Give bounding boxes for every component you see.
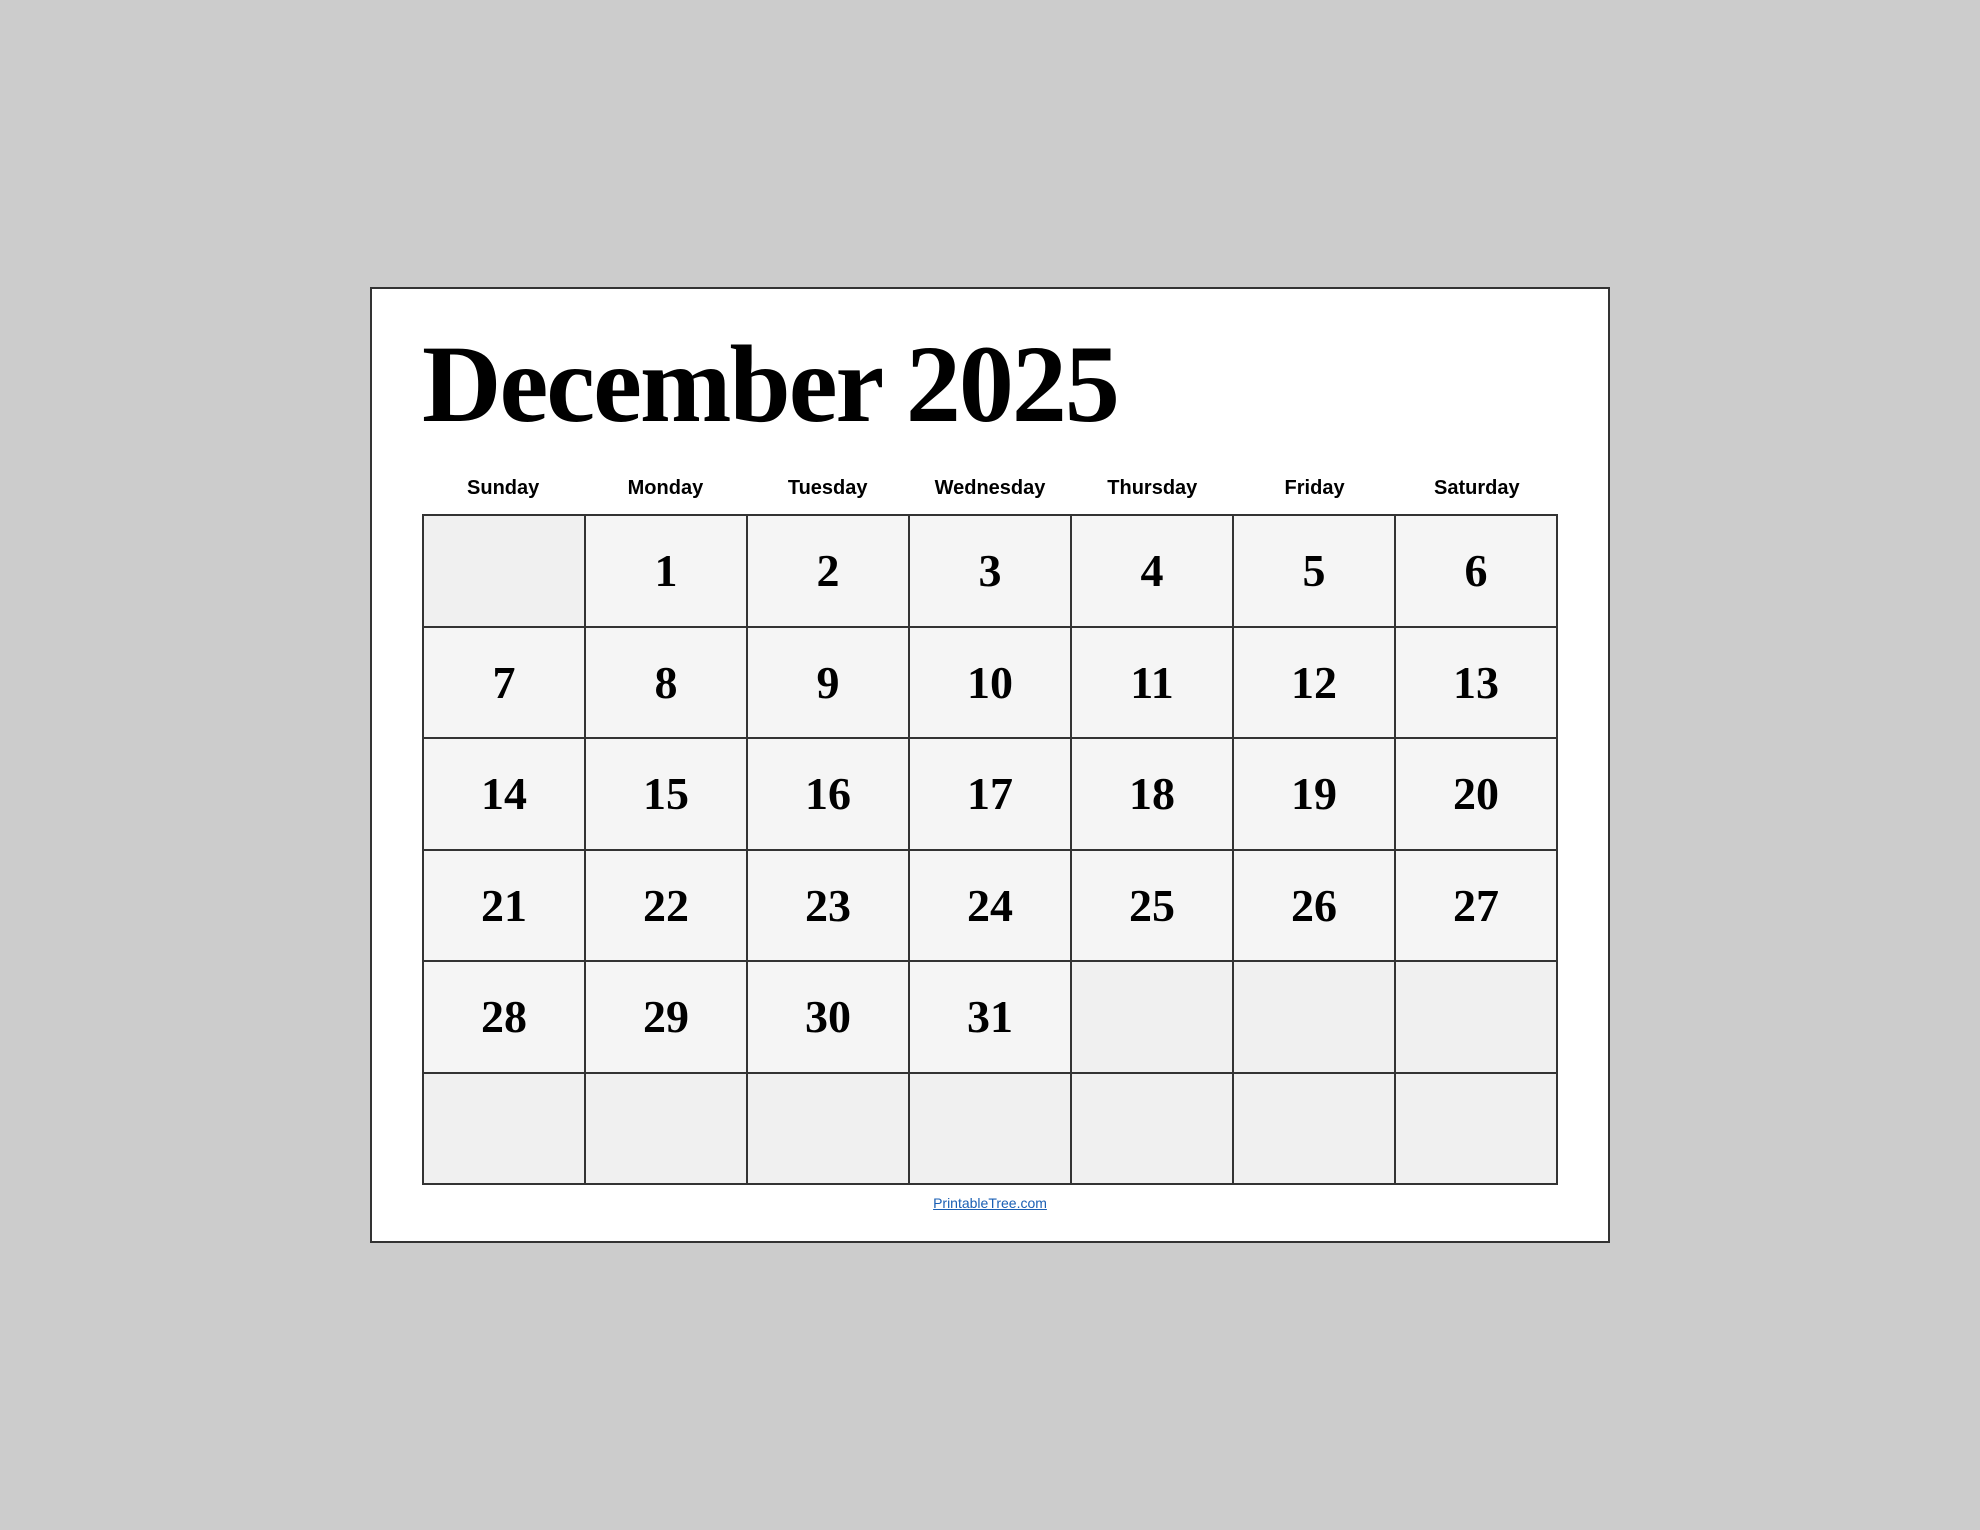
calendar-cell [748, 1074, 910, 1186]
calendar-cell [1396, 1074, 1558, 1186]
calendar-cell: 28 [424, 962, 586, 1074]
calendar-cell: 9 [748, 628, 910, 740]
month-title: December 2025 [422, 329, 1558, 439]
calendar-cell: 5 [1234, 516, 1396, 628]
calendar-cell: 19 [1234, 739, 1396, 851]
calendar-cell: 14 [424, 739, 586, 851]
day-header-saturday: Saturday [1396, 469, 1558, 508]
calendar-cell: 6 [1396, 516, 1558, 628]
day-header-tuesday: Tuesday [747, 469, 909, 508]
calendar-cell: 3 [910, 516, 1072, 628]
day-header-sunday: Sunday [422, 469, 584, 508]
day-header-thursday: Thursday [1071, 469, 1233, 508]
calendar-cell: 29 [586, 962, 748, 1074]
calendar-cell: 11 [1072, 628, 1234, 740]
calendar-cell: 7 [424, 628, 586, 740]
calendar-cell: 26 [1234, 851, 1396, 963]
calendar-cell: 4 [1072, 516, 1234, 628]
day-headers: SundayMondayTuesdayWednesdayThursdayFrid… [422, 469, 1558, 508]
calendar-cell: 22 [586, 851, 748, 963]
calendar-cell: 13 [1396, 628, 1558, 740]
calendar-cell: 18 [1072, 739, 1234, 851]
calendar-cell: 8 [586, 628, 748, 740]
calendar-page: December 2025 SundayMondayTuesdayWednesd… [370, 287, 1610, 1243]
calendar-cell: 10 [910, 628, 1072, 740]
calendar-cell: 2 [748, 516, 910, 628]
footer: PrintableTree.com [422, 1185, 1558, 1211]
calendar-cell [1234, 1074, 1396, 1186]
day-header-friday: Friday [1233, 469, 1395, 508]
calendar-cell: 24 [910, 851, 1072, 963]
calendar-grid: 1234567891011121314151617181920212223242… [422, 514, 1558, 1185]
calendar-cell: 23 [748, 851, 910, 963]
day-header-wednesday: Wednesday [909, 469, 1071, 508]
day-header-monday: Monday [584, 469, 746, 508]
calendar-cell: 1 [586, 516, 748, 628]
calendar-cell: 31 [910, 962, 1072, 1074]
calendar-cell [910, 1074, 1072, 1186]
calendar-cell [424, 516, 586, 628]
calendar-cell [1234, 962, 1396, 1074]
calendar-cell: 12 [1234, 628, 1396, 740]
calendar-cell [1396, 962, 1558, 1074]
calendar-cell: 16 [748, 739, 910, 851]
footer-link[interactable]: PrintableTree.com [933, 1195, 1047, 1211]
calendar-cell: 27 [1396, 851, 1558, 963]
calendar-cell [586, 1074, 748, 1186]
calendar-cell: 30 [748, 962, 910, 1074]
calendar-cell: 25 [1072, 851, 1234, 963]
calendar-cell: 20 [1396, 739, 1558, 851]
calendar-cell: 15 [586, 739, 748, 851]
calendar-cell [1072, 962, 1234, 1074]
calendar-cell [1072, 1074, 1234, 1186]
calendar-cell [424, 1074, 586, 1186]
calendar-cell: 21 [424, 851, 586, 963]
calendar-container: SundayMondayTuesdayWednesdayThursdayFrid… [422, 469, 1558, 1185]
calendar-cell: 17 [910, 739, 1072, 851]
